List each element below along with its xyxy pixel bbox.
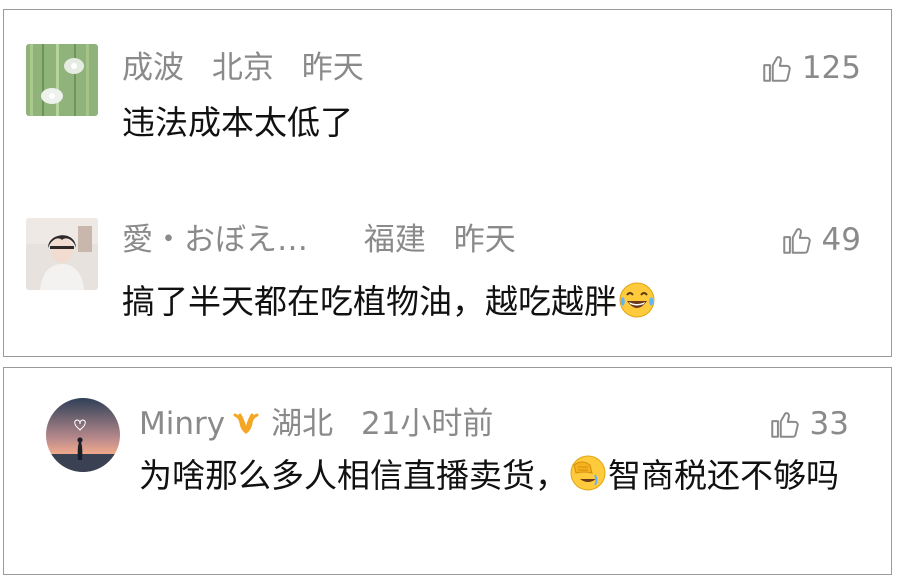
avatar[interactable]: [46, 398, 120, 472]
avatar[interactable]: [26, 218, 98, 290]
user-name[interactable]: 成波: [122, 48, 184, 88]
like-count: 33: [809, 406, 849, 442]
comment-panel-top: 成波 北京 昨天 125 违法成本太低了 愛・おぼえ… 福建 昨天 49 搞了半…: [3, 9, 892, 357]
user-location: 北京: [211, 50, 274, 86]
avatar-image: [26, 44, 98, 116]
facepalm-emoji: [570, 455, 606, 491]
comment-text: 搞了半天都在吃植物油，越吃越胖: [122, 276, 657, 328]
like-button[interactable]: 125: [760, 48, 861, 88]
thumbs-up-icon: [782, 228, 811, 254]
user-location: 湖北: [271, 406, 334, 442]
comment-text-content: 搞了半天都在吃植物油，越吃越胖: [122, 282, 617, 321]
thumbs-up-icon: [770, 412, 799, 438]
avatar-image: [46, 398, 120, 472]
like-count: 125: [801, 50, 861, 86]
comment-text-part: 智商税还不够吗: [608, 456, 839, 495]
comment-item: Minry 湖北 21小时前 33 为啥那么多人相信直播卖货， 智商税还不够吗: [4, 368, 891, 576]
comment-item: 愛・おぼえ… 福建 昨天 49 搞了半天都在吃植物油，越吃越胖: [4, 190, 891, 358]
comment-text-part: 为啥那么多人相信直播卖货，: [139, 456, 568, 495]
comment-text: 为啥那么多人相信直播卖货， 智商税还不够吗: [139, 450, 859, 502]
comment-time: 21小时前: [360, 406, 494, 442]
comment-meta: Minry 湖北 21小时前: [139, 404, 493, 444]
comment-panel-bottom: Minry 湖北 21小时前 33 为啥那么多人相信直播卖货， 智商税还不够吗: [3, 367, 892, 575]
comment-time: 昨天: [453, 222, 516, 258]
like-button[interactable]: 49: [780, 220, 861, 260]
avatar-image: [26, 218, 98, 290]
vip-badge-icon: [233, 413, 259, 434]
comment-meta: 成波 北京 昨天: [122, 48, 364, 88]
comment-item: 成波 北京 昨天 125 违法成本太低了: [4, 10, 891, 190]
comment-meta: 愛・おぼえ… 福建 昨天: [122, 220, 516, 260]
avatar[interactable]: [26, 44, 98, 116]
user-name[interactable]: Minry: [139, 404, 225, 444]
user-name[interactable]: 愛・おぼえ…: [122, 220, 308, 260]
comment-text: 违法成本太低了: [122, 103, 353, 142]
user-location: 福建: [363, 222, 426, 258]
like-button[interactable]: 33: [768, 404, 849, 444]
laughing-tears-emoji: [619, 282, 655, 318]
comment-time: 昨天: [301, 50, 364, 86]
thumbs-up-icon: [763, 56, 791, 82]
like-count: 49: [821, 222, 861, 258]
